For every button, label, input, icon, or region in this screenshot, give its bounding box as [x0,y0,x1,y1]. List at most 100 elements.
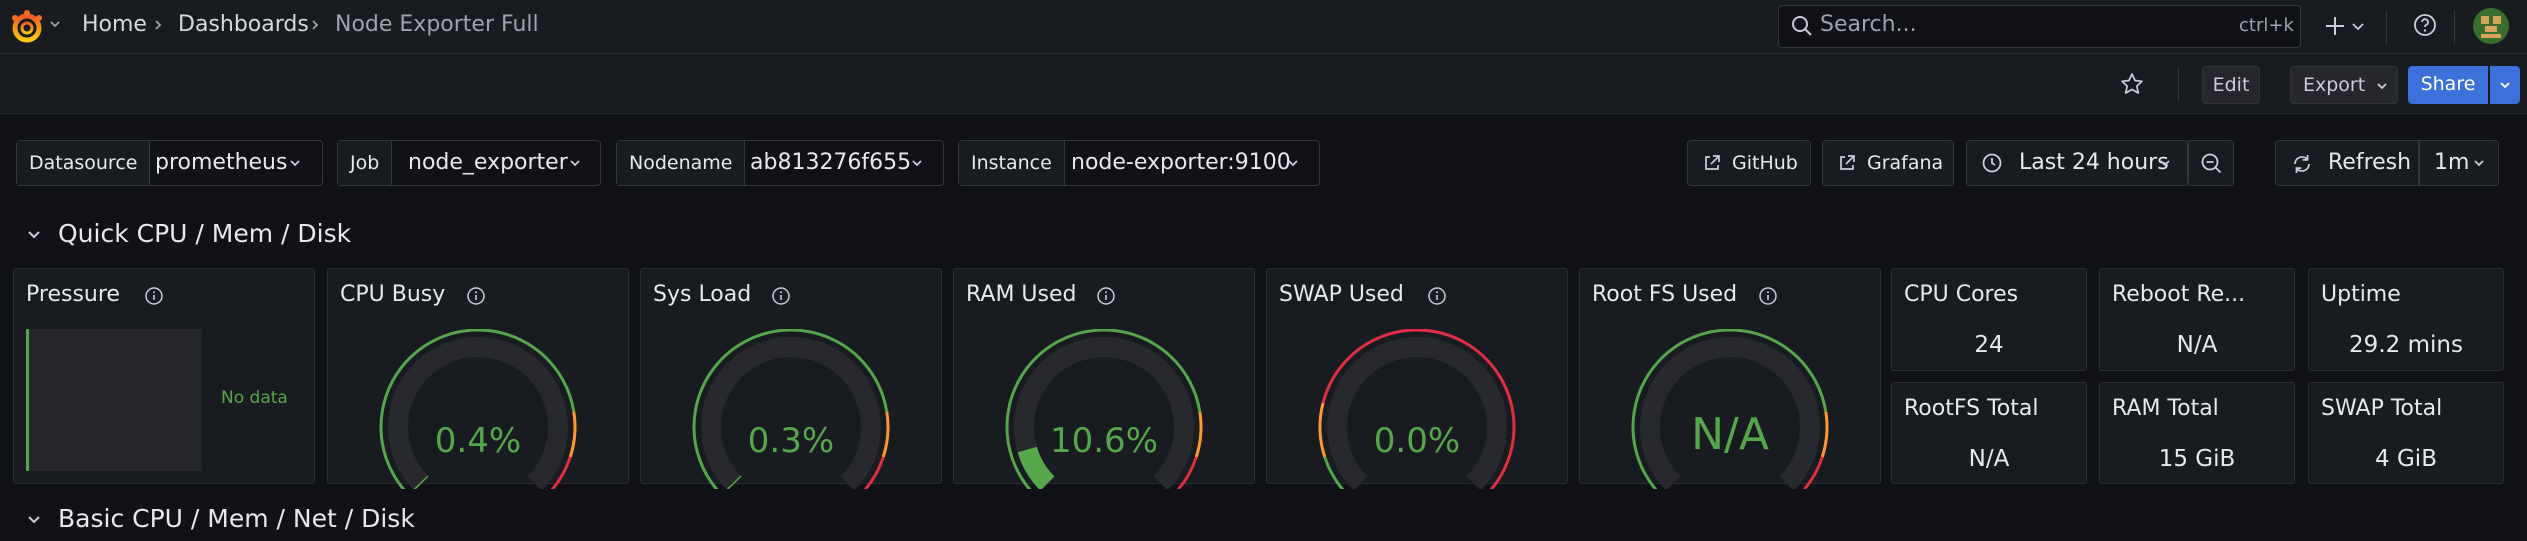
panel-title: SWAP Total [2321,396,2443,421]
dashboard-actionbar [0,54,2527,114]
gauge-value: 0.3% [747,421,835,461]
panel-cpu-busy[interactable]: CPU Busy 0.4% [327,268,629,489]
chevron-down-icon [2500,82,2510,89]
share-menu-button[interactable] [2490,66,2520,104]
github-label: GitHub [1732,152,1798,174]
panel-title: CPU Busy [340,282,446,307]
star-icon[interactable] [2119,71,2145,97]
panel-title: Uptime [2321,282,2401,307]
grafana-label: Grafana [1867,152,1944,174]
panel-rootfs-total[interactable]: RootFS Total N/A [1891,382,2087,484]
panel-uptime[interactable]: Uptime 29.2 mins [2308,268,2504,371]
panel-title: RAM Used [966,282,1077,307]
panel-ram-total[interactable]: RAM Total 15 GiB [2099,382,2295,484]
zoom-out-button[interactable] [2188,140,2234,186]
var-label: Instance [959,141,1065,185]
chevron-down-icon[interactable] [26,511,42,527]
stat-value: N/A [1968,446,2010,472]
chevron-down-icon [570,160,580,167]
var-nodename[interactable]: Nodename ab813276f655 [616,140,944,186]
panel-title: RAM Total [2112,396,2219,421]
grafana-logo-icon[interactable] [8,8,46,46]
github-link[interactable]: GitHub [1687,140,1811,186]
chevron-down-icon [1288,160,1298,167]
chevron-right-icon [155,20,162,30]
plus-icon[interactable] [2322,13,2348,39]
divider [2386,10,2387,44]
external-link-icon [1840,155,1855,170]
chevron-down-icon[interactable] [2350,13,2366,39]
stat-value: 15 GiB [2158,446,2236,472]
stat-value: N/A [2176,332,2218,358]
info-icon[interactable] [466,286,486,306]
var-label: Job [338,141,393,185]
refresh-label: Refresh [2328,150,2412,175]
panel-reboot-required[interactable]: Reboot Re... N/A [2099,268,2295,371]
info-icon[interactable] [1096,286,1116,306]
chevron-down-icon [2377,83,2387,90]
share-button[interactable]: Share [2408,66,2488,104]
breadcrumb-dashboards[interactable]: Dashboards [178,11,309,39]
gauge-track [1014,337,1194,489]
gauge-value: 0.4% [434,421,522,461]
zoom-out-icon [2201,153,2222,174]
gauge [1005,329,1203,489]
var-value: prometheus [155,150,288,175]
export-button[interactable]: Export [2290,66,2398,104]
stat-value: 24 [1974,332,2004,358]
breadcrumb-home[interactable]: Home [82,11,147,39]
divider [2178,68,2179,102]
chevron-down-icon [2160,160,2170,167]
info-icon[interactable] [771,286,791,306]
gauge [692,329,890,489]
var-job[interactable]: Job node_exporter [337,140,601,186]
panel-root-fs-used[interactable]: Root FS Used N/A [1579,268,1881,489]
panel-swap-total[interactable]: SWAP Total 4 GiB [2308,382,2504,484]
info-icon[interactable] [144,286,164,306]
var-instance[interactable]: Instance node-exporter:9100 [958,140,1320,186]
gauge-value: N/A [1691,409,1769,460]
row-title-quick[interactable]: Quick CPU / Mem / Disk [58,219,351,249]
info-icon[interactable] [1758,286,1778,306]
var-datasource[interactable]: Datasource prometheus [16,140,323,186]
panel-title: Pressure [26,282,120,307]
panel-title: Sys Load [653,282,752,307]
chevron-right-icon [312,20,319,30]
info-icon[interactable] [1427,286,1447,306]
top-navbar: Home Dashboards Node Exporter Full Searc… [0,0,2527,54]
no-data-text: No data [221,388,288,408]
var-label: Nodename [617,141,746,185]
edit-button[interactable]: Edit [2202,66,2260,104]
chevron-down-icon [290,160,300,167]
gauge [379,329,577,489]
gauge-fill [413,475,429,489]
panel-ram-used[interactable]: RAM Used 10.6% [953,268,1255,489]
panel-title: Reboot Re... [2112,282,2246,307]
panel-cpu-cores[interactable]: CPU Cores 24 [1891,268,2087,371]
refresh-button[interactable]: Refresh [2275,140,2419,186]
panel-swap-used[interactable]: SWAP Used 0.0% [1266,268,1568,489]
var-value: node_exporter [408,150,568,175]
gauge [1318,329,1516,489]
gauge-track [388,337,568,489]
stat-value: 4 GiB [2375,446,2437,472]
chevron-down-icon[interactable] [26,226,42,242]
help-icon[interactable] [2412,12,2438,38]
panel-pressure[interactable]: Pressure No data [13,268,315,484]
search-placeholder: Search... [1820,12,1917,37]
row-title-basic[interactable]: Basic CPU / Mem / Net / Disk [58,504,415,534]
refresh-interval-picker[interactable]: 1m [2419,140,2499,186]
panel-title: SWAP Used [1279,282,1404,307]
external-link-icon [1705,155,1720,170]
gauge-value: 10.6% [1049,421,1158,461]
chevron-down-icon[interactable] [48,17,62,31]
grafana-link[interactable]: Grafana [1822,140,1954,186]
chevron-down-icon [2474,160,2484,167]
time-range-picker[interactable]: Last 24 hours [1966,140,2188,186]
var-value: node-exporter:9100 [1071,150,1291,175]
user-avatar[interactable] [2473,8,2509,44]
export-label: Export [2303,74,2366,96]
gauge-track [701,337,881,489]
panel-sys-load[interactable]: Sys Load 0.3% [640,268,942,489]
search-shortcut: ctrl+k [2239,15,2294,36]
